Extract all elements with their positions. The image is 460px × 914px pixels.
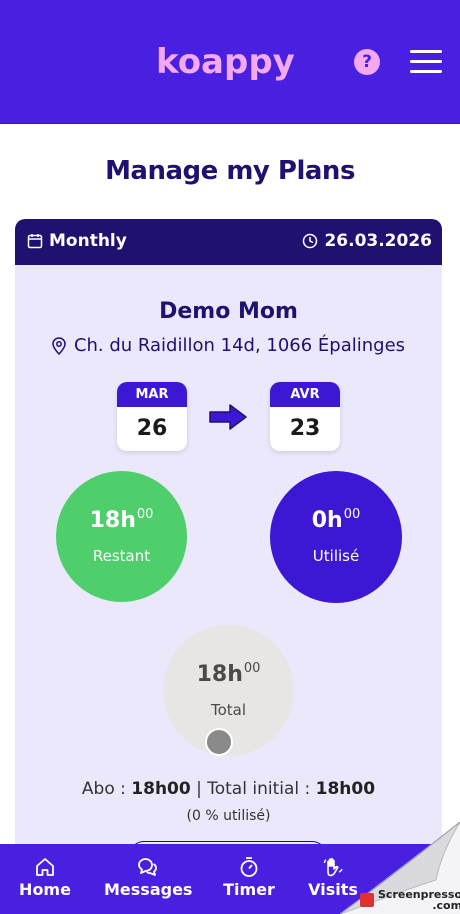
nav-label-home: Home bbox=[19, 880, 71, 899]
plan-type: Monthly bbox=[27, 231, 127, 251]
calendar-icon bbox=[27, 234, 43, 249]
end-day: 23 bbox=[289, 416, 321, 441]
client-address-text: Ch. du Raidillon 14d, 1066 Épalinges bbox=[73, 335, 406, 356]
start-day: 26 bbox=[136, 416, 168, 441]
end-month: AVR bbox=[270, 382, 340, 407]
used-hours-circle: 0h00 Utilisé bbox=[270, 471, 402, 603]
start-month: MAR bbox=[117, 382, 187, 407]
used-hours-label: Utilisé bbox=[312, 547, 360, 565]
plan-date-label: 26.03.2026 bbox=[324, 231, 432, 251]
app-screen: koappy ? Manage my Plans Monthly 26.03.2… bbox=[0, 0, 460, 914]
nav-label-messages: Messages bbox=[104, 880, 193, 899]
start-date-badge: MAR 26 bbox=[117, 382, 187, 451]
total-hours-value: 18h00 bbox=[196, 661, 261, 687]
koappy-logo[interactable]: koappy bbox=[156, 40, 295, 84]
nav-item-timer[interactable]: Timer bbox=[218, 844, 280, 914]
total-hours-label: Total bbox=[210, 701, 247, 719]
nav-label-timer: Timer bbox=[223, 880, 275, 899]
stopwatch-icon bbox=[240, 857, 258, 877]
plan-date: 26.03.2026 bbox=[302, 231, 432, 251]
remaining-hours-circle: 18h00 Restant bbox=[56, 471, 187, 602]
arrow-right-icon bbox=[209, 404, 247, 430]
remaining-hours-value: 18h00 bbox=[89, 507, 154, 533]
plan-type-label: Monthly bbox=[49, 231, 127, 251]
plan-card-header: Monthly 26.03.2026 bbox=[15, 219, 442, 265]
question-icon[interactable]: ? bbox=[354, 49, 380, 75]
client-address: Ch. du Raidillon 14d, 1066 Épalinges bbox=[15, 335, 442, 356]
location-pin-icon bbox=[52, 336, 66, 355]
used-hours-value: 0h00 bbox=[311, 507, 361, 533]
screenpresso-watermark: Screenpresso .com bbox=[360, 889, 460, 911]
clock-icon bbox=[303, 233, 318, 249]
plan-card[interactable]: Monthly 26.03.2026 Demo Mom Ch. du Raidi… bbox=[15, 219, 442, 859]
nav-item-home[interactable]: Home bbox=[14, 844, 76, 914]
chat-icon bbox=[138, 858, 157, 876]
home-icon bbox=[36, 858, 54, 876]
app-header: koappy ? bbox=[0, 0, 460, 124]
end-date-badge: AVR 23 bbox=[270, 382, 340, 451]
watermark-line2: .com bbox=[432, 899, 460, 912]
screenpresso-logo-icon bbox=[360, 893, 374, 907]
remaining-hours-label: Restant bbox=[92, 547, 151, 565]
page-title: Manage my Plans bbox=[105, 156, 355, 186]
hamburger-icon[interactable] bbox=[410, 50, 442, 74]
progress-dot bbox=[205, 728, 233, 756]
plan-summary: Abo : 18h00 | Total initial : 18h00 bbox=[81, 779, 376, 799]
client-name: Demo Mom bbox=[159, 299, 298, 324]
nav-item-messages[interactable]: Messages bbox=[104, 844, 193, 914]
